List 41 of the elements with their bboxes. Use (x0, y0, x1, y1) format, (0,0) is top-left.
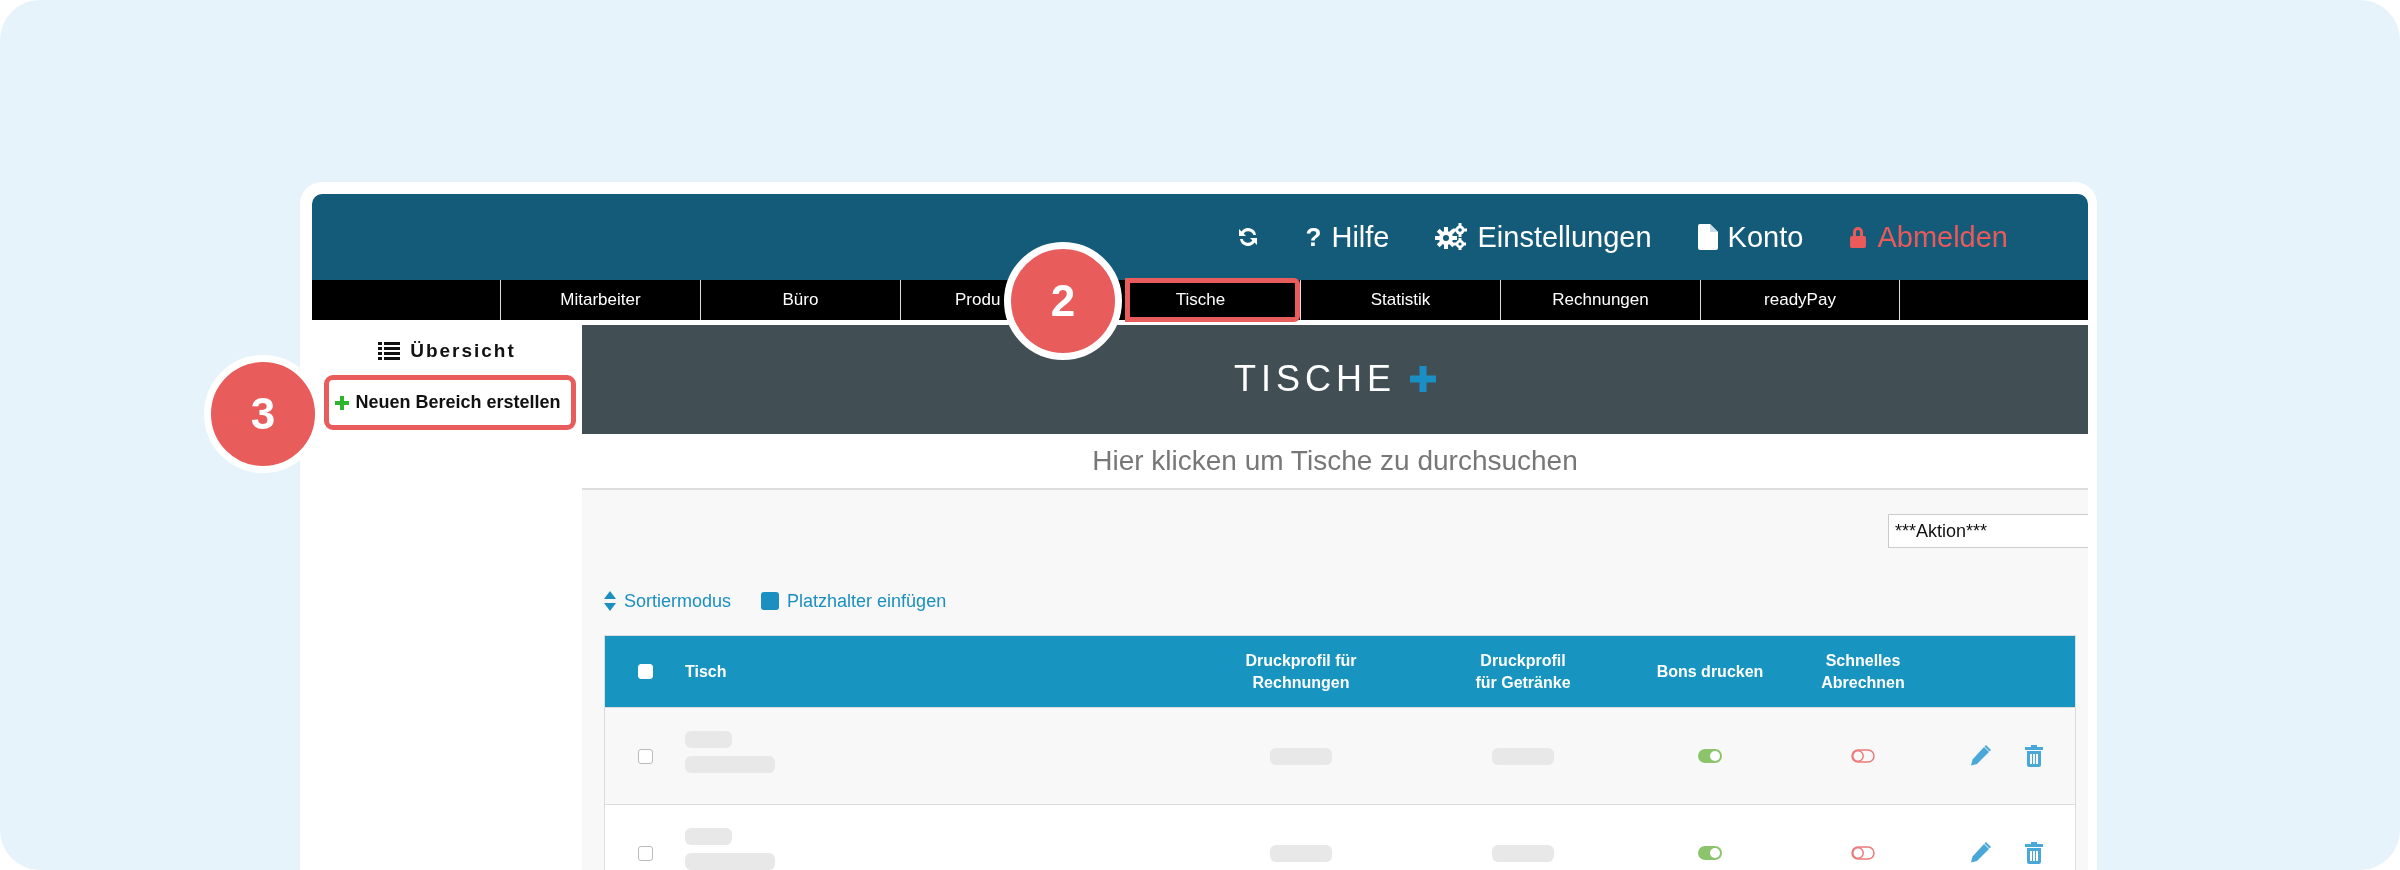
trash-icon[interactable] (2025, 842, 2043, 864)
lock-icon[interactable] (1849, 226, 1868, 248)
settings-link[interactable]: Einstellungen (1435, 220, 1652, 254)
help-link[interactable]: ? Hilfe (1305, 220, 1390, 254)
sort-mode-link[interactable]: Sortiermodus (604, 590, 732, 612)
sort-icon (604, 591, 616, 612)
nav-tab[interactable]: Mitarbeiter (501, 280, 700, 320)
page-title: TISCHE (1234, 358, 1396, 401)
column-header: Tisch (685, 661, 727, 682)
add-icon[interactable] (1410, 366, 1436, 393)
column-header: Bons drucken (1656, 661, 1764, 682)
column-header: Schnelles Abrechnen (1820, 650, 1906, 693)
nav-tab[interactable]: Produ (955, 280, 1001, 320)
search-field[interactable]: Hier klicken um Tische zu durchsuchen (582, 433, 2088, 491)
checkbox[interactable] (637, 845, 653, 861)
edit-icon[interactable] (1969, 745, 1991, 767)
nav-tab[interactable]: Statistik (1301, 280, 1500, 320)
toggle-switch[interactable] (1851, 846, 1875, 860)
sidebar-title: Übersicht (410, 340, 516, 362)
sidebar-item[interactable]: Neuen Bereich erstellen (325, 376, 575, 429)
trash-icon[interactable] (2025, 745, 2043, 767)
document-icon[interactable] (1697, 224, 1718, 250)
nav-tab[interactable]: Tische (1125, 278, 1300, 322)
nav-tab[interactable]: Büro (701, 280, 900, 320)
column-header: Druckprofil für Rechnungen (1244, 650, 1358, 693)
edit-icon[interactable] (1969, 842, 1991, 864)
action-dropdown[interactable]: ***Aktion*** (1888, 514, 2088, 549)
toggle-switch[interactable] (1851, 749, 1875, 763)
gears-icon[interactable] (1435, 223, 1468, 251)
toggle-switch[interactable] (1698, 749, 1722, 763)
nav-tab[interactable]: readyPay (1701, 280, 1899, 320)
account-link[interactable]: Konto (1697, 220, 1804, 254)
checkbox[interactable] (637, 748, 653, 764)
square-icon (761, 592, 780, 611)
nav-tab[interactable]: Rechnungen (1501, 280, 1700, 320)
list-icon (378, 342, 401, 360)
toggle-switch[interactable] (1698, 846, 1722, 860)
help-icon: ? (1305, 221, 1322, 253)
column-header: Druckprofil für Getränke (1474, 650, 1572, 693)
insert-placeholder-link[interactable]: Platzhalter einfügen (761, 590, 947, 612)
plus-icon (335, 395, 350, 410)
